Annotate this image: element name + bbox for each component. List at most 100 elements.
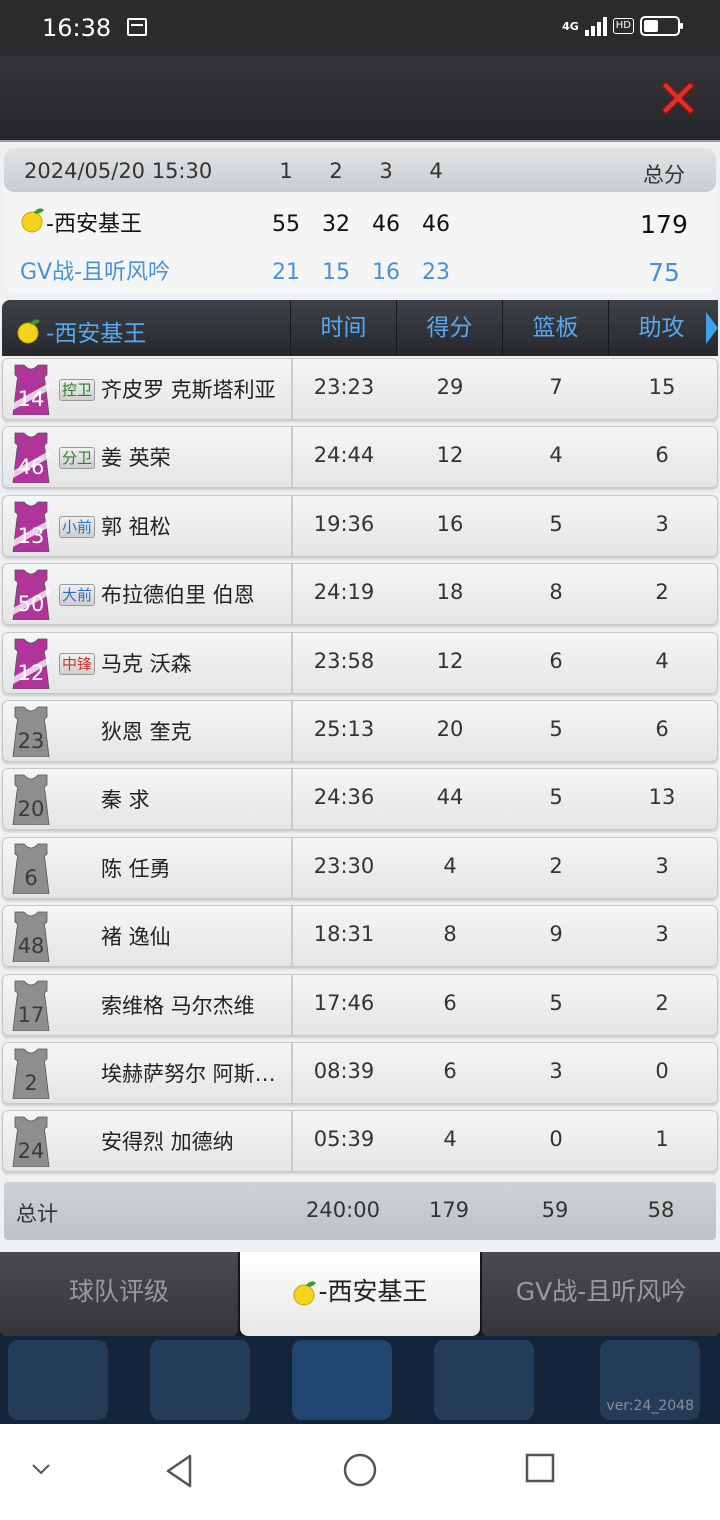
close-x-icon[interactable] — [656, 76, 700, 120]
team-b-score-row: GV战-且听风吟 21 15 16 23 75 — [4, 254, 716, 294]
team-a-name: -西安基王 — [46, 212, 142, 237]
totals-points: 179 — [428, 1198, 470, 1222]
quarter-label: 3 — [379, 159, 393, 183]
column-header-time[interactable]: 时间 — [290, 300, 396, 356]
jersey-icon: 46 — [12, 432, 50, 484]
team-a-q4: 46 — [422, 212, 450, 237]
chevron-down-icon[interactable] — [30, 1462, 52, 1476]
jersey-icon: 50 — [12, 569, 50, 621]
player-row[interactable]: 17 索维格 马尔杰维 17:46 6 5 2 — [2, 973, 718, 1036]
player-rebounds: 5 — [549, 990, 563, 1015]
player-points: 6 — [443, 1058, 457, 1083]
column-header-assists[interactable]: 助攻 — [608, 300, 714, 356]
back-icon[interactable] — [162, 1452, 196, 1490]
player-name: 郭 祖松 — [101, 514, 171, 539]
position-badge: 中锋 — [59, 652, 96, 675]
network-label: 4G — [562, 19, 579, 33]
player-rebounds: 6 — [549, 648, 563, 673]
jersey-number: 48 — [18, 934, 45, 958]
player-rebounds: 4 — [549, 443, 563, 468]
player-row[interactable]: 46 分卫姜 英荣 24:44 12 4 6 — [2, 426, 718, 489]
column-header-points[interactable]: 得分 — [396, 300, 502, 356]
player-list: 14 控卫 齐皮罗 克斯塔利亚 23:23 29 7 15 46 分卫姜 英荣 24:44 12 4 6… — [0, 358, 720, 1179]
player-assists: 1 — [655, 1127, 669, 1152]
tab-team-a[interactable]: -西安基王 — [240, 1252, 480, 1336]
tab-team-b[interactable]: GV战-且听风吟 — [482, 1252, 720, 1336]
totals-assists: 58 — [647, 1198, 675, 1222]
boxscore-panel: 2024/05/20 15:30 1 2 3 4 总分 -西安基王 55 32 … — [0, 140, 720, 1252]
player-points: 44 — [436, 785, 464, 810]
jersey-number: 24 — [18, 1139, 45, 1163]
jersey-icon: 17 — [12, 980, 50, 1031]
scroll-right-arrow-icon[interactable] — [706, 312, 718, 344]
player-row[interactable]: 23 狄恩 奎克 25:13 20 5 6 — [2, 699, 718, 762]
player-row[interactable]: 12 中锋 马克 沃森 23:58 12 6 4 — [2, 631, 718, 694]
jersey-number: 12 — [18, 661, 45, 685]
player-row[interactable]: 24 安得烈 加德纳 05:39 4 0 1 — [2, 1110, 718, 1173]
player-row[interactable]: 20 秦 求 24:36 44 5 13 — [2, 768, 718, 831]
player-points: 12 — [436, 648, 464, 673]
recents-icon[interactable] — [524, 1452, 556, 1484]
system-nav-bar — [0, 1424, 720, 1520]
player-name: 安得烈 加德纳 — [101, 1130, 234, 1155]
position-badge: 小前 — [59, 515, 96, 538]
player-row[interactable]: 50 大前 布拉德伯里 伯恩 24:19 18 8 2 — [2, 563, 718, 626]
menu-icon — [150, 1340, 250, 1420]
jersey-icon: 2 — [12, 1048, 50, 1099]
team-a-q3: 46 — [372, 212, 400, 237]
jersey-icon: 12 — [12, 638, 50, 689]
signal-icon — [584, 16, 607, 36]
player-row[interactable]: 6 陈 任勇 23:30 4 2 3 — [2, 836, 718, 899]
bottom-tabs: 球队评级 -西安基王 GV战-且听风吟 — [0, 1252, 720, 1336]
jersey-icon: 23 — [12, 706, 50, 757]
position-badge: 大前 — [59, 584, 96, 607]
player-assists: 2 — [655, 990, 669, 1015]
player-points: 4 — [443, 853, 457, 878]
game-datetime: 2024/05/20 15:30 — [24, 159, 213, 183]
player-time: 24:36 — [313, 785, 375, 810]
player-time: 25:13 — [313, 716, 375, 741]
calendar-icon — [127, 18, 147, 36]
lemon-icon — [17, 319, 40, 344]
player-points: 16 — [436, 511, 464, 536]
jersey-number: 20 — [18, 797, 45, 821]
player-rebounds: 7 — [549, 375, 563, 399]
player-points: 4 — [443, 1127, 457, 1152]
tab-team-a-label: -西安基王 — [318, 1277, 428, 1306]
player-points: 29 — [436, 375, 464, 399]
team-a-q1: 55 — [272, 212, 300, 237]
player-row[interactable]: 13 小前郭 祖松 19:36 16 5 3 — [2, 494, 718, 557]
player-name: 布拉德伯里 伯恩 — [101, 583, 255, 608]
player-points: 20 — [436, 716, 464, 741]
player-rebounds: 5 — [549, 716, 563, 741]
dialog-header — [0, 56, 720, 140]
totals-rebounds: 59 — [541, 1198, 569, 1222]
team-b-total: 75 — [648, 258, 680, 287]
player-assists: 6 — [655, 716, 669, 741]
player-name: 陈 任勇 — [101, 856, 171, 881]
tab-team-rating[interactable]: 球队评级 — [0, 1252, 238, 1336]
jersey-number: 46 — [18, 455, 45, 479]
column-header-rebounds[interactable]: 篮板 — [502, 300, 608, 356]
hd-badge: HD — [612, 18, 634, 34]
player-row[interactable]: 2 埃赫萨努尔 阿斯… 08:39 6 3 0 — [2, 1041, 718, 1104]
menu-icon — [292, 1340, 392, 1420]
player-name: 姜 英荣 — [101, 446, 171, 471]
team-b-q4: 23 — [422, 260, 450, 285]
player-time: 18:31 — [313, 922, 375, 947]
jersey-number: 50 — [18, 592, 45, 616]
jersey-icon: 14 — [12, 364, 50, 415]
jersey-number: 23 — [18, 729, 45, 753]
version-label: ver:24_2048 — [606, 1398, 694, 1414]
player-name: 马克 沃森 — [101, 651, 192, 676]
player-row[interactable]: 48 褚 逸仙 18:31 8 9 3 — [2, 905, 718, 968]
player-assists: 4 — [655, 648, 669, 673]
home-icon[interactable] — [342, 1452, 378, 1488]
scoreboard-header: 2024/05/20 15:30 1 2 3 4 总分 — [4, 148, 716, 192]
player-row[interactable]: 14 控卫 齐皮罗 克斯塔利亚 23:23 29 7 15 — [2, 358, 718, 420]
team-a-q2: 32 — [322, 212, 350, 237]
player-rebounds: 5 — [549, 785, 563, 810]
menu-icon — [434, 1340, 534, 1420]
team-b-q3: 16 — [372, 260, 400, 285]
status-icons: 4G HD — [562, 16, 683, 36]
